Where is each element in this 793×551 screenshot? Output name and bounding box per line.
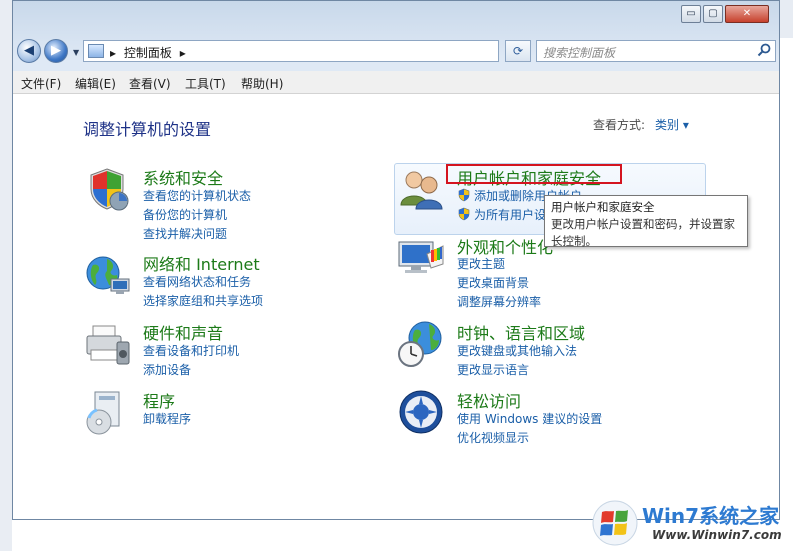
navigation-bar: ◀ ▶ ▼ ▸ 控制面板 ▸ ▼ ⟳ 搜索控制面板 bbox=[13, 35, 779, 67]
monitor-palette-icon[interactable] bbox=[397, 234, 445, 282]
category-title-system-security[interactable]: 系统和安全 bbox=[143, 165, 223, 189]
link-find-fix-problems[interactable]: 查找并解决问题 bbox=[143, 225, 227, 242]
search-icon[interactable] bbox=[757, 43, 771, 61]
tooltip-line-1: 更改用户帐户设置和密码，并设置家 bbox=[551, 217, 735, 231]
uac-shield-icon bbox=[458, 207, 470, 221]
view-by: 查看方式: 类别 ▾ bbox=[593, 116, 689, 133]
close-button[interactable]: ✕ bbox=[725, 5, 769, 23]
search-input[interactable]: 搜索控制面板 bbox=[543, 44, 615, 61]
category-title-programs[interactable]: 程序 bbox=[143, 388, 175, 412]
link-adjust-resolution[interactable]: 调整屏幕分辨率 bbox=[457, 293, 541, 310]
view-by-dropdown[interactable]: 类别 ▾ bbox=[655, 118, 689, 132]
link-view-network-status[interactable]: 查看网络状态和任务 bbox=[143, 273, 251, 290]
globe-clock-icon[interactable] bbox=[397, 320, 445, 368]
control-panel-icon bbox=[88, 44, 104, 58]
search-box[interactable]: 搜索控制面板 bbox=[536, 40, 776, 62]
view-by-label: 查看方式: bbox=[593, 118, 646, 132]
users-icon[interactable] bbox=[397, 165, 445, 213]
windows-logo-icon bbox=[592, 500, 638, 546]
link-uninstall-program[interactable]: 卸载程序 bbox=[143, 410, 191, 427]
watermark-brand: Win7系统之家 bbox=[642, 504, 780, 528]
ease-of-access-icon[interactable] bbox=[397, 388, 445, 436]
address-separator[interactable]: ▸ bbox=[110, 46, 116, 60]
link-change-keyboard[interactable]: 更改键盘或其他输入法 bbox=[457, 342, 577, 359]
link-backup-computer[interactable]: 备份您的计算机 bbox=[143, 206, 227, 223]
menu-view[interactable]: 查看(V) bbox=[129, 75, 171, 92]
tooltip-line-2: 长控制。 bbox=[551, 234, 597, 248]
link-optimize-video-display[interactable]: 优化视频显示 bbox=[457, 429, 529, 446]
page-title: 调整计算机的设置 bbox=[83, 120, 212, 139]
address-bar[interactable]: ▸ 控制面板 ▸ ▼ bbox=[83, 40, 566, 63]
link-change-desktop-background[interactable]: 更改桌面背景 bbox=[457, 274, 529, 291]
control-panel-window: ▭ ▢ ✕ ◀ ▶ ▼ ▸ 控制面板 ▸ ▼ ⟳ 搜索控制面板 文件(F) 编辑… bbox=[12, 0, 780, 520]
menu-file[interactable]: 文件(F) bbox=[21, 75, 61, 92]
link-homegroup-sharing[interactable]: 选择家庭组和共享选项 bbox=[143, 292, 263, 309]
address-path[interactable]: ▸ 控制面板 ▸ bbox=[110, 44, 186, 61]
category-title-clock-language[interactable]: 时钟、语言和区域 bbox=[457, 320, 585, 344]
link-parental-controls-text[interactable]: 为所有用户设 bbox=[474, 208, 546, 222]
watermark-url: Www.Winwin7.com bbox=[652, 528, 782, 542]
menu-tools[interactable]: 工具(T) bbox=[185, 75, 226, 92]
annotation-red-box bbox=[446, 164, 622, 184]
shield-icon[interactable] bbox=[83, 165, 131, 213]
background-left-strip bbox=[0, 0, 12, 551]
link-windows-suggested-settings[interactable]: 使用 Windows 建议的设置 bbox=[457, 410, 602, 427]
watermark: Win7系统之家 Www.Winwin7.com bbox=[592, 496, 792, 550]
globe-network-icon[interactable] bbox=[83, 251, 131, 299]
programs-icon[interactable] bbox=[83, 388, 131, 436]
tooltip-title: 用户帐户和家庭安全 bbox=[551, 200, 655, 214]
minimize-button[interactable]: ▭ bbox=[681, 5, 701, 23]
link-change-theme[interactable]: 更改主题 bbox=[457, 255, 505, 272]
link-add-device[interactable]: 添加设备 bbox=[143, 361, 191, 378]
menu-bar: 文件(F) 编辑(E) 查看(V) 工具(T) 帮助(H) bbox=[13, 71, 779, 94]
recent-pages-dropdown[interactable]: ▼ bbox=[73, 48, 79, 57]
address-separator-end[interactable]: ▸ bbox=[180, 46, 186, 60]
breadcrumb-control-panel[interactable]: 控制面板 bbox=[124, 46, 172, 60]
maximize-button[interactable]: ▢ bbox=[703, 5, 723, 23]
category-title-ease-of-access[interactable]: 轻松访问 bbox=[457, 388, 521, 412]
caption-buttons: ▭ ▢ ✕ bbox=[679, 5, 769, 23]
link-parental-controls[interactable]: 为所有用户设 bbox=[457, 206, 546, 223]
printer-icon[interactable] bbox=[83, 320, 131, 368]
link-devices-printers[interactable]: 查看设备和打印机 bbox=[143, 342, 239, 359]
menu-help[interactable]: 帮助(H) bbox=[241, 75, 283, 92]
link-view-computer-status[interactable]: 查看您的计算机状态 bbox=[143, 187, 251, 204]
uac-shield-icon bbox=[458, 188, 470, 202]
forward-button[interactable]: ▶ bbox=[44, 39, 68, 63]
menu-edit[interactable]: 编辑(E) bbox=[75, 75, 116, 92]
category-title-network-internet[interactable]: 网络和 Internet bbox=[143, 251, 260, 275]
back-button[interactable]: ◀ bbox=[17, 39, 41, 63]
refresh-button[interactable]: ⟳ bbox=[505, 40, 531, 62]
category-title-hardware-sound[interactable]: 硬件和声音 bbox=[143, 320, 223, 344]
content-area: 调整计算机的设置 查看方式: 类别 ▾ 系统和安全 查看您的计算机状态 备份您的计… bbox=[13, 94, 779, 519]
tooltip: 用户帐户和家庭安全 更改用户帐户设置和密码，并设置家 长控制。 bbox=[544, 195, 748, 248]
link-change-display-language[interactable]: 更改显示语言 bbox=[457, 361, 529, 378]
